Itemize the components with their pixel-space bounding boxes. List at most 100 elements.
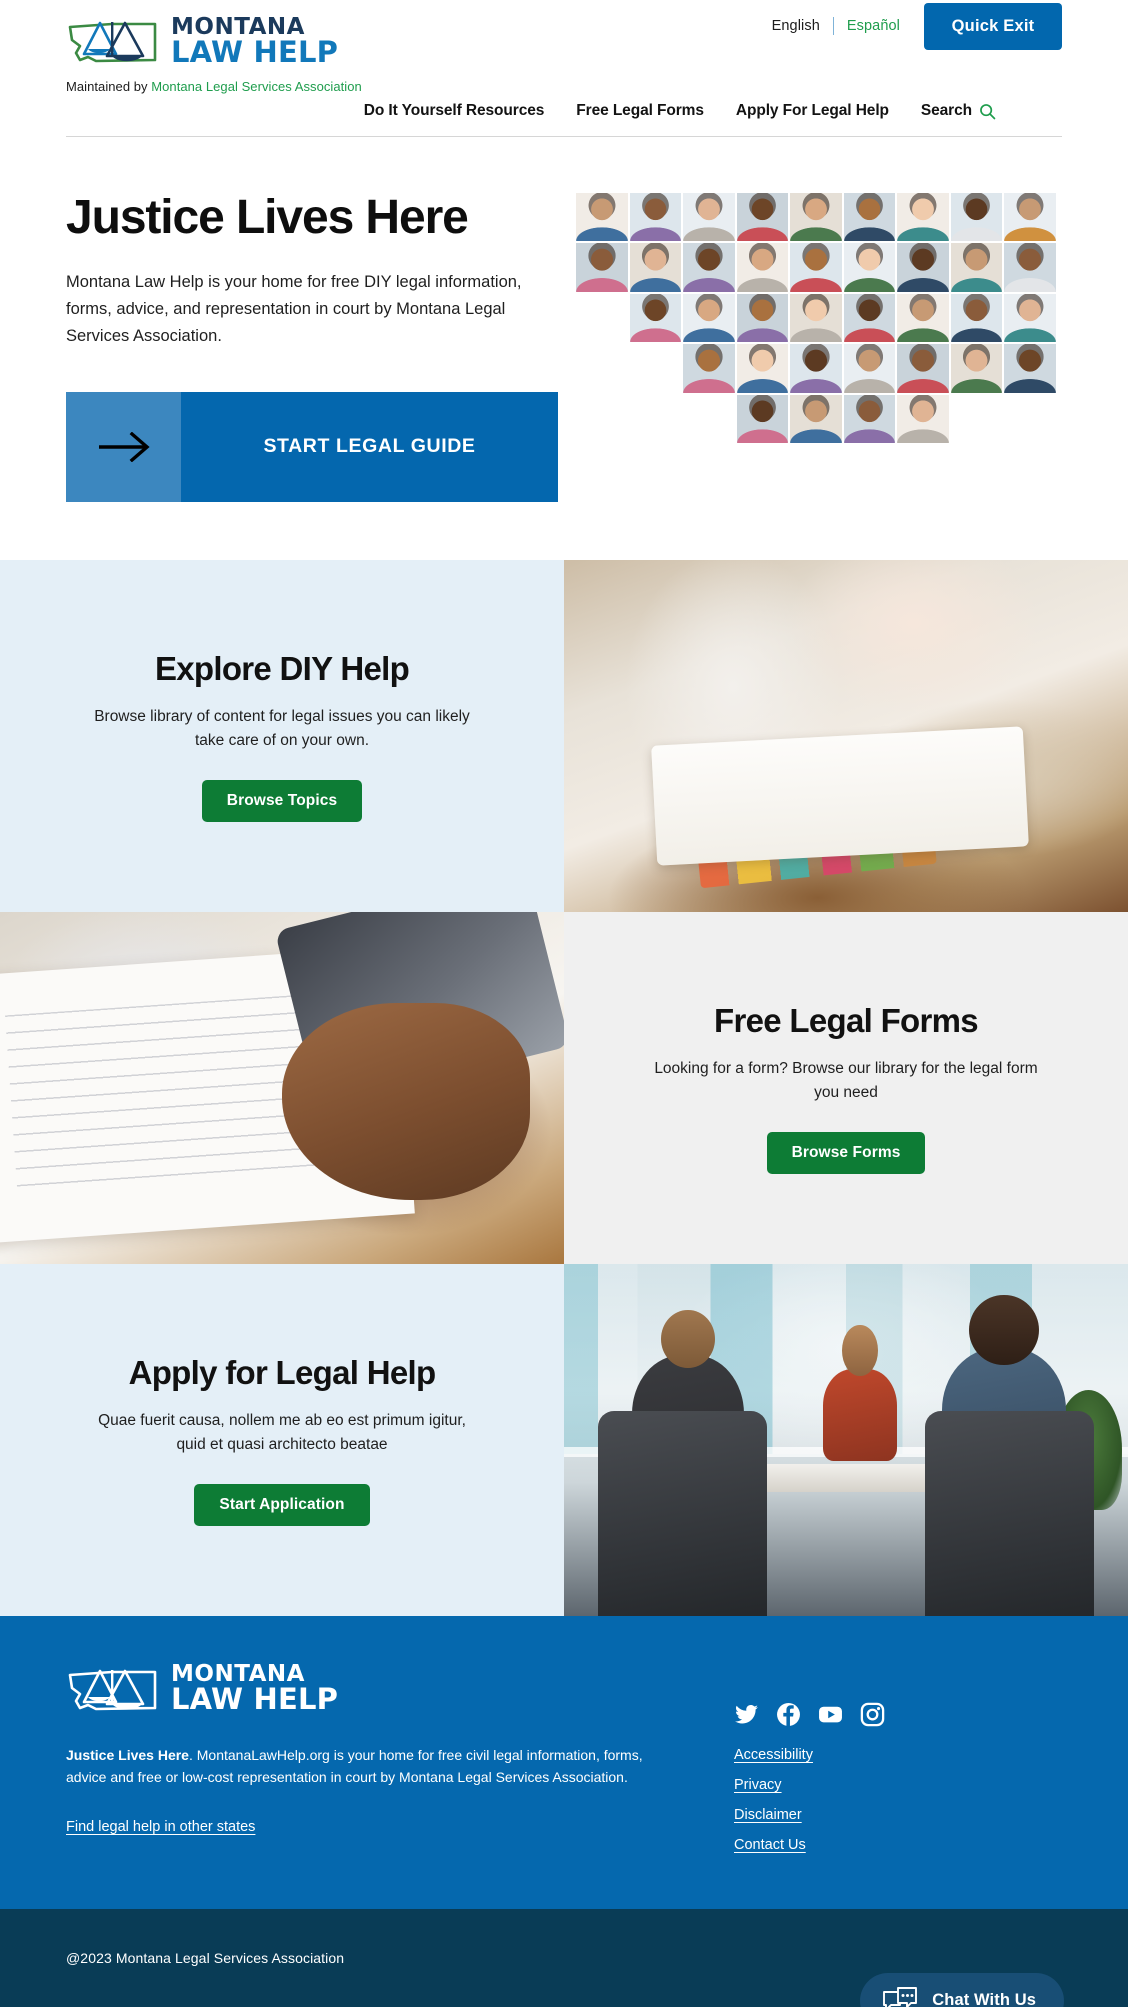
collage-portrait-cell [736,394,789,443]
collage-portrait-cell [683,344,735,393]
diy-subtitle: Browse library of content for legal issu… [94,707,470,749]
collage-portrait-cell [629,293,682,343]
collage-portrait-cell [736,344,789,393]
collage-portrait-cell [576,193,628,242]
signing-document-photo-image [0,911,564,1264]
collage-portrait-cell [1004,344,1056,393]
collage-portrait-cell [576,294,628,342]
section-explore-diy-help: Explore DIY Help Browse library of conte… [0,559,1128,912]
maintained-by-text: Maintained by Montana Legal Services Ass… [66,79,362,94]
collage-portrait-cell [736,193,789,242]
collage-portrait-cell [683,293,735,343]
collage-portrait-cell [951,395,1003,443]
language-spanish[interactable]: Español [847,18,900,34]
start-application-button[interactable]: Start Application [194,1483,370,1526]
instagram-icon[interactable] [860,1702,885,1727]
browse-topics-button[interactable]: Browse Topics [201,779,363,822]
browse-forms-button[interactable]: Browse Forms [766,1131,926,1174]
collage-portrait-cell [630,395,682,443]
montana-scales-logo-icon [68,21,157,63]
collage-portrait-cell [897,293,949,343]
apply-title: Apply for Legal Help [128,1353,437,1391]
section-free-legal-forms: Free Legal Forms Looking for a form? Bro… [0,911,1128,1264]
chair-right [924,1411,1095,1616]
footer-link-contact-us[interactable]: Contact Us [734,1837,806,1853]
footer-links-column: Accessibility Privacy Disclaimer Contact… [696,1664,1062,1853]
collage-portrait-cell [897,344,949,393]
collage-portrait-cell [1004,243,1056,292]
chat-bubbles-icon [883,1986,918,2007]
brand-row: MONTANA LAW HELP Maintained by Montana L… [66,15,1062,136]
collage-portrait-cell [1004,293,1056,343]
collage-portrait-cell [576,243,628,292]
search-icon [980,103,996,119]
maintained-by-link[interactable]: Montana Legal Services Association [151,79,362,94]
collage-portrait-cell [683,193,735,242]
hero-section: Justice Lives Here Montana Law Help is y… [0,137,1128,560]
forms-title: Free Legal Forms [714,1001,979,1039]
nav-search-label: Search [920,102,972,119]
cta-label-panel: START LEGAL GUIDE [181,391,558,502]
facebook-icon[interactable] [776,1702,801,1727]
chair-left [597,1411,768,1616]
attorney-meeting-photo-image [564,1263,1128,1616]
nav-item-search[interactable]: Search [921,102,996,120]
collage-portrait-cell [790,193,842,242]
cta-arrow-panel [66,391,181,502]
collage-portrait-cell [790,394,842,443]
nav-item-diy-resources[interactable]: Do It Yourself Resources [364,102,545,120]
collage-portrait-cell [897,243,949,292]
site-logo[interactable]: MONTANA LAW HELP Maintained by Montana L… [66,15,362,94]
main-navigation: Do It Yourself Resources Free Legal Form… [364,102,996,120]
diy-photo [564,559,1128,912]
diy-copy: Explore DIY Help Browse library of conte… [0,560,564,912]
footer-logo[interactable]: MONTANA LAW HELP [66,1663,696,1717]
site-footer: MONTANA LAW HELP Justice Lives Here. Mon… [0,1615,1128,1909]
footer-link-privacy[interactable]: Privacy [734,1777,782,1793]
language-divider [832,17,834,35]
arrow-right-icon [98,431,150,462]
collage-portrait-cell [950,344,1003,393]
footer-link-list: Accessibility Privacy Disclaimer Contact… [734,1747,1062,1853]
hero-collage-wrap [576,181,1062,502]
find-legal-help-other-states-link[interactable]: Find legal help in other states [66,1819,255,1835]
collage-portrait-cell [843,293,896,343]
coloring-photo-image [564,559,1128,912]
footer-link-disclaimer[interactable]: Disclaimer [734,1807,802,1823]
start-legal-guide-button[interactable]: START LEGAL GUIDE [66,391,558,502]
page-title: Justice Lives Here [66,191,469,244]
collage-portrait-cell [1004,193,1056,242]
collage-portrait-cell [576,395,628,443]
collage-portrait-cell [790,344,842,393]
footer-description: Justice Lives Here. MontanaLawHelp.org i… [66,1744,678,1789]
start-legal-guide-label: START LEGAL GUIDE [263,435,476,458]
collage-portrait-cell [897,193,949,242]
chat-with-us-label: Chat With Us [932,1991,1036,2007]
portrait-collage-image [576,193,1056,443]
apply-photo [564,1263,1128,1616]
collage-portrait-cell [683,395,735,443]
header-divider [66,136,1062,137]
nav-item-free-legal-forms[interactable]: Free Legal Forms [576,102,704,120]
crayons-detail [698,835,938,889]
collage-portrait-cell [950,293,1003,343]
twitter-icon[interactable] [734,1702,759,1727]
chat-with-us-button[interactable]: Chat With Us [860,1972,1064,2007]
forms-photo [0,911,564,1264]
hero-copy: Justice Lives Here Montana Law Help is y… [66,181,558,502]
language-switcher: English Español [772,17,900,35]
apply-subtitle: Quae fuerit causa, nollem me ab eo est p… [98,1411,466,1453]
footer-link-accessibility[interactable]: Accessibility [734,1747,813,1763]
quick-exit-button[interactable]: Quick Exit [924,2,1062,50]
social-links [734,1702,1062,1727]
nav-item-apply-for-legal-help[interactable]: Apply For Legal Help [736,102,889,120]
footer-logo-text-lawhelp: LAW HELP [171,1682,339,1717]
site-header: English Español Quick Exit MONTANA LAW H… [0,0,1128,137]
logo-text-lawhelp: LAW HELP [171,34,339,69]
language-english[interactable]: English [772,18,820,34]
maintained-by-prefix: Maintained by [66,79,152,94]
diy-title: Explore DIY Help [154,649,410,687]
youtube-icon[interactable] [818,1702,843,1727]
collage-portrait-cell [843,243,896,292]
section-apply-for-legal-help: Apply for Legal Help Quae fuerit causa, … [0,1263,1128,2007]
